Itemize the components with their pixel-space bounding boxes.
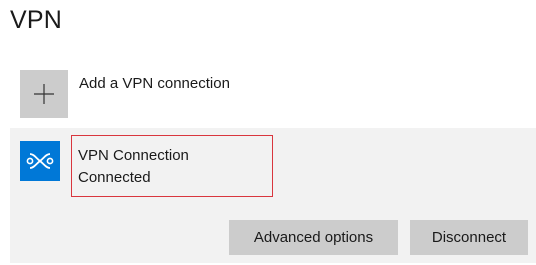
add-vpn-connection-button[interactable]: Add a VPN connection: [20, 70, 230, 120]
page-title: VPN: [10, 6, 63, 34]
add-tile: [20, 70, 68, 118]
connection-name: VPN Connection: [78, 147, 189, 164]
plus-icon: [34, 84, 54, 104]
vpn-icon: [26, 153, 54, 169]
vpn-settings-page: VPN Add a VPN connection VPN Connection …: [0, 0, 536, 265]
disconnect-button[interactable]: Disconnect: [410, 220, 528, 255]
connection-info: VPN Connection Connected: [71, 135, 273, 197]
add-vpn-connection-label: Add a VPN connection: [79, 75, 230, 92]
vpn-tile: [20, 141, 60, 181]
vpn-connection-item[interactable]: VPN Connection Connected Advanced option…: [10, 128, 536, 263]
advanced-options-button[interactable]: Advanced options: [229, 220, 398, 255]
connection-status: Connected: [78, 169, 151, 186]
